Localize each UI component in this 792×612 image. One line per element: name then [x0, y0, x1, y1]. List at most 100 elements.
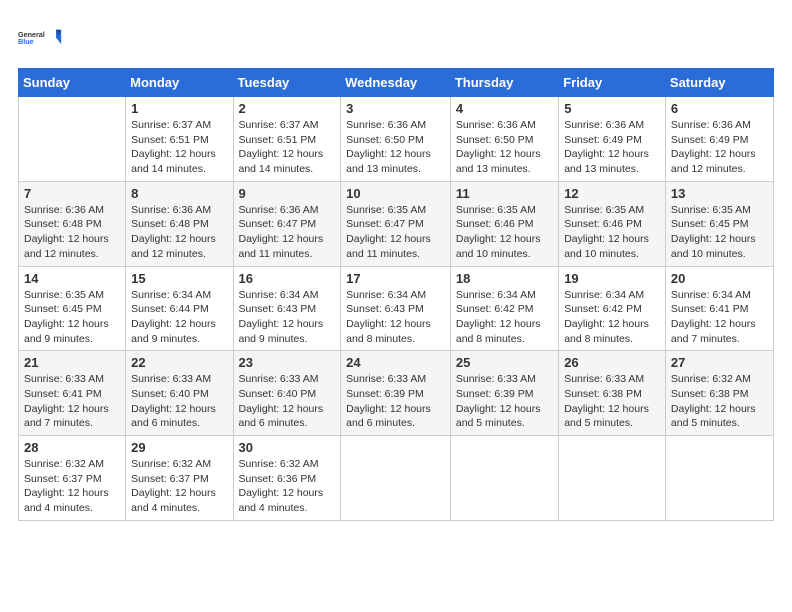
day-info: Sunrise: 6:34 AMSunset: 6:43 PMDaylight:… — [346, 288, 445, 347]
day-info: Sunrise: 6:33 AMSunset: 6:40 PMDaylight:… — [131, 372, 227, 431]
calendar-cell: 30 Sunrise: 6:32 AMSunset: 6:36 PMDayligh… — [233, 436, 341, 521]
day-number: 15 — [131, 271, 227, 286]
day-info: Sunrise: 6:37 AMSunset: 6:51 PMDaylight:… — [239, 118, 336, 177]
day-number: 25 — [456, 355, 553, 370]
calendar-cell: 27 Sunrise: 6:32 AMSunset: 6:38 PMDayligh… — [665, 351, 773, 436]
calendar-cell: 9 Sunrise: 6:36 AMSunset: 6:47 PMDaylight… — [233, 181, 341, 266]
day-info: Sunrise: 6:36 AMSunset: 6:48 PMDaylight:… — [24, 203, 120, 262]
calendar-cell: 24 Sunrise: 6:33 AMSunset: 6:39 PMDayligh… — [341, 351, 451, 436]
day-number: 20 — [671, 271, 768, 286]
day-info: Sunrise: 6:34 AMSunset: 6:44 PMDaylight:… — [131, 288, 227, 347]
day-info: Sunrise: 6:36 AMSunset: 6:50 PMDaylight:… — [456, 118, 553, 177]
day-number: 24 — [346, 355, 445, 370]
calendar-cell: 20 Sunrise: 6:34 AMSunset: 6:41 PMDayligh… — [665, 266, 773, 351]
day-info: Sunrise: 6:37 AMSunset: 6:51 PMDaylight:… — [131, 118, 227, 177]
calendar-cell: 15 Sunrise: 6:34 AMSunset: 6:44 PMDayligh… — [126, 266, 233, 351]
calendar-week-row: 7Sunrise: 6:36 AMSunset: 6:48 PMDaylight… — [19, 181, 774, 266]
svg-text:Blue: Blue — [18, 37, 34, 46]
calendar-cell: 11Sunrise: 6:35 AMSunset: 6:46 PMDayligh… — [450, 181, 558, 266]
day-number: 30 — [239, 440, 336, 455]
day-number: 28 — [24, 440, 120, 455]
header: General Blue — [18, 18, 774, 58]
calendar-cell — [450, 436, 558, 521]
day-number: 3 — [346, 101, 445, 116]
day-number: 9 — [239, 186, 336, 201]
day-number: 12 — [564, 186, 660, 201]
calendar-week-row: 28Sunrise: 6:32 AMSunset: 6:37 PMDayligh… — [19, 436, 774, 521]
calendar-cell — [559, 436, 666, 521]
day-number: 4 — [456, 101, 553, 116]
day-info: Sunrise: 6:36 AMSunset: 6:48 PMDaylight:… — [131, 203, 227, 262]
calendar-cell — [341, 436, 451, 521]
calendar-cell: 16 Sunrise: 6:34 AMSunset: 6:43 PMDayligh… — [233, 266, 341, 351]
day-info: Sunrise: 6:35 AMSunset: 6:46 PMDaylight:… — [564, 203, 660, 262]
day-info: Sunrise: 6:34 AMSunset: 6:41 PMDaylight:… — [671, 288, 768, 347]
calendar-cell: 8 Sunrise: 6:36 AMSunset: 6:48 PMDaylight… — [126, 181, 233, 266]
page: General Blue SundayMondayTuesdayWednesda… — [0, 0, 792, 612]
day-info: Sunrise: 6:35 AMSunset: 6:46 PMDaylight:… — [456, 203, 553, 262]
calendar-cell: 10 Sunrise: 6:35 AMSunset: 6:47 PMDayligh… — [341, 181, 451, 266]
calendar-day-header: Friday — [559, 69, 666, 97]
calendar-cell — [665, 436, 773, 521]
calendar-cell: 19Sunrise: 6:34 AMSunset: 6:42 PMDayligh… — [559, 266, 666, 351]
day-info: Sunrise: 6:34 AMSunset: 6:43 PMDaylight:… — [239, 288, 336, 347]
day-info: Sunrise: 6:32 AMSunset: 6:36 PMDaylight:… — [239, 457, 336, 516]
day-info: Sunrise: 6:33 AMSunset: 6:39 PMDaylight:… — [346, 372, 445, 431]
calendar-cell: 22 Sunrise: 6:33 AMSunset: 6:40 PMDayligh… — [126, 351, 233, 436]
calendar-week-row: 14Sunrise: 6:35 AMSunset: 6:45 PMDayligh… — [19, 266, 774, 351]
day-info: Sunrise: 6:35 AMSunset: 6:47 PMDaylight:… — [346, 203, 445, 262]
day-number: 8 — [131, 186, 227, 201]
day-number: 26 — [564, 355, 660, 370]
calendar-cell: 13Sunrise: 6:35 AMSunset: 6:45 PMDayligh… — [665, 181, 773, 266]
day-info: Sunrise: 6:34 AMSunset: 6:42 PMDaylight:… — [564, 288, 660, 347]
calendar-day-header: Sunday — [19, 69, 126, 97]
calendar-header-row: SundayMondayTuesdayWednesdayThursdayFrid… — [19, 69, 774, 97]
calendar-cell: 23 Sunrise: 6:33 AMSunset: 6:40 PMDayligh… — [233, 351, 341, 436]
day-info: Sunrise: 6:36 AMSunset: 6:49 PMDaylight:… — [564, 118, 660, 177]
day-number: 10 — [346, 186, 445, 201]
day-number: 17 — [346, 271, 445, 286]
calendar-cell: 25 Sunrise: 6:33 AMSunset: 6:39 PMDayligh… — [450, 351, 558, 436]
day-number: 2 — [239, 101, 336, 116]
calendar-cell: 18 Sunrise: 6:34 AMSunset: 6:42 PMDayligh… — [450, 266, 558, 351]
day-info: Sunrise: 6:33 AMSunset: 6:39 PMDaylight:… — [456, 372, 553, 431]
day-number: 21 — [24, 355, 120, 370]
calendar-cell: 29Sunrise: 6:32 AMSunset: 6:37 PMDayligh… — [126, 436, 233, 521]
calendar-table: SundayMondayTuesdayWednesdayThursdayFrid… — [18, 68, 774, 521]
calendar-day-header: Monday — [126, 69, 233, 97]
day-info: Sunrise: 6:33 AMSunset: 6:38 PMDaylight:… — [564, 372, 660, 431]
calendar-cell: 12 Sunrise: 6:35 AMSunset: 6:46 PMDayligh… — [559, 181, 666, 266]
calendar-cell: 26 Sunrise: 6:33 AMSunset: 6:38 PMDayligh… — [559, 351, 666, 436]
logo: General Blue — [18, 18, 62, 58]
day-info: Sunrise: 6:33 AMSunset: 6:40 PMDaylight:… — [239, 372, 336, 431]
day-number: 27 — [671, 355, 768, 370]
calendar-day-header: Wednesday — [341, 69, 451, 97]
day-info: Sunrise: 6:36 AMSunset: 6:50 PMDaylight:… — [346, 118, 445, 177]
day-number: 23 — [239, 355, 336, 370]
day-number: 29 — [131, 440, 227, 455]
calendar-cell: 2 Sunrise: 6:37 AMSunset: 6:51 PMDaylight… — [233, 97, 341, 182]
calendar-day-header: Saturday — [665, 69, 773, 97]
calendar-cell: 7Sunrise: 6:36 AMSunset: 6:48 PMDaylight… — [19, 181, 126, 266]
calendar-cell: 17 Sunrise: 6:34 AMSunset: 6:43 PMDayligh… — [341, 266, 451, 351]
day-number: 5 — [564, 101, 660, 116]
calendar-cell: 1Sunrise: 6:37 AMSunset: 6:51 PMDaylight… — [126, 97, 233, 182]
calendar-cell: 6Sunrise: 6:36 AMSunset: 6:49 PMDaylight… — [665, 97, 773, 182]
day-info: Sunrise: 6:34 AMSunset: 6:42 PMDaylight:… — [456, 288, 553, 347]
day-info: Sunrise: 6:35 AMSunset: 6:45 PMDaylight:… — [24, 288, 120, 347]
day-info: Sunrise: 6:33 AMSunset: 6:41 PMDaylight:… — [24, 372, 120, 431]
calendar-cell: 5 Sunrise: 6:36 AMSunset: 6:49 PMDaylight… — [559, 97, 666, 182]
calendar-week-row: 1Sunrise: 6:37 AMSunset: 6:51 PMDaylight… — [19, 97, 774, 182]
calendar-cell: 28Sunrise: 6:32 AMSunset: 6:37 PMDayligh… — [19, 436, 126, 521]
calendar-day-header: Tuesday — [233, 69, 341, 97]
day-number: 6 — [671, 101, 768, 116]
day-info: Sunrise: 6:32 AMSunset: 6:38 PMDaylight:… — [671, 372, 768, 431]
calendar-cell: 3 Sunrise: 6:36 AMSunset: 6:50 PMDaylight… — [341, 97, 451, 182]
day-number: 18 — [456, 271, 553, 286]
day-info: Sunrise: 6:36 AMSunset: 6:47 PMDaylight:… — [239, 203, 336, 262]
day-number: 16 — [239, 271, 336, 286]
calendar-cell — [19, 97, 126, 182]
calendar-week-row: 21 Sunrise: 6:33 AMSunset: 6:41 PMDayligh… — [19, 351, 774, 436]
logo-svg: General Blue — [18, 18, 62, 58]
day-number: 22 — [131, 355, 227, 370]
